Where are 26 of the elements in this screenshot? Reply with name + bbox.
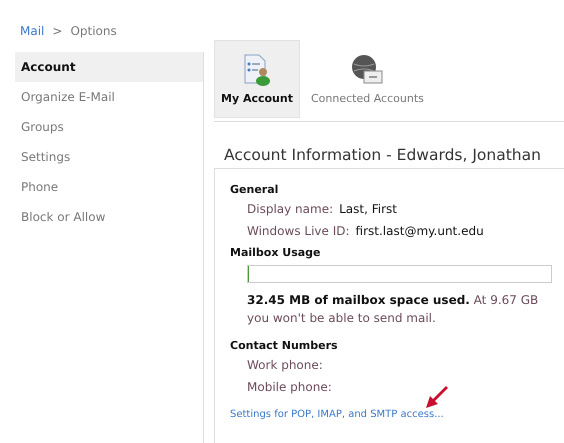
section-heading: Account Information - Edwards, Jonathan	[224, 146, 542, 164]
settings-link[interactable]: Settings for POP, IMAP, and SMTP access...	[230, 409, 444, 420]
breadcrumb-current: Options	[70, 24, 117, 40]
account-icon	[242, 54, 271, 86]
field-label: Display name:	[247, 202, 334, 216]
field-value: Last, First	[339, 202, 398, 216]
field-label: Windows Live ID:	[247, 224, 350, 238]
group-title: Contact Numbers	[230, 339, 339, 352]
sidebar-item[interactable]: Settings	[15, 142, 203, 172]
globe-mail-icon	[350, 54, 384, 86]
breadcrumb-link[interactable]: Mail	[20, 24, 44, 40]
sidebar-item[interactable]: Groups	[15, 112, 203, 142]
sidebar-item[interactable]: Block or Allow	[15, 202, 203, 232]
pointer-arrow	[424, 384, 448, 410]
usage-text: 32.45 MB of mailbox space used. At 9.67 GB you won't be able to send mail.	[247, 292, 540, 327]
sidebar-item[interactable]: Phone	[15, 172, 203, 202]
group-title: General	[230, 183, 280, 196]
field-value: first.last@my.unt.edu	[356, 224, 484, 238]
field-label: Mobile phone:	[247, 380, 332, 394]
breadcrumb-separator: >	[52, 24, 62, 40]
toolbar-button[interactable]: My Account	[214, 40, 300, 118]
toolbar-button[interactable]: Connected Accounts	[304, 40, 431, 118]
sidebar-item[interactable]: Account	[15, 52, 203, 82]
field-label: Work phone:	[247, 358, 323, 372]
group-title: Mailbox Usage	[230, 246, 322, 259]
sidebar-item[interactable]: Organize E-Mail	[15, 82, 203, 112]
